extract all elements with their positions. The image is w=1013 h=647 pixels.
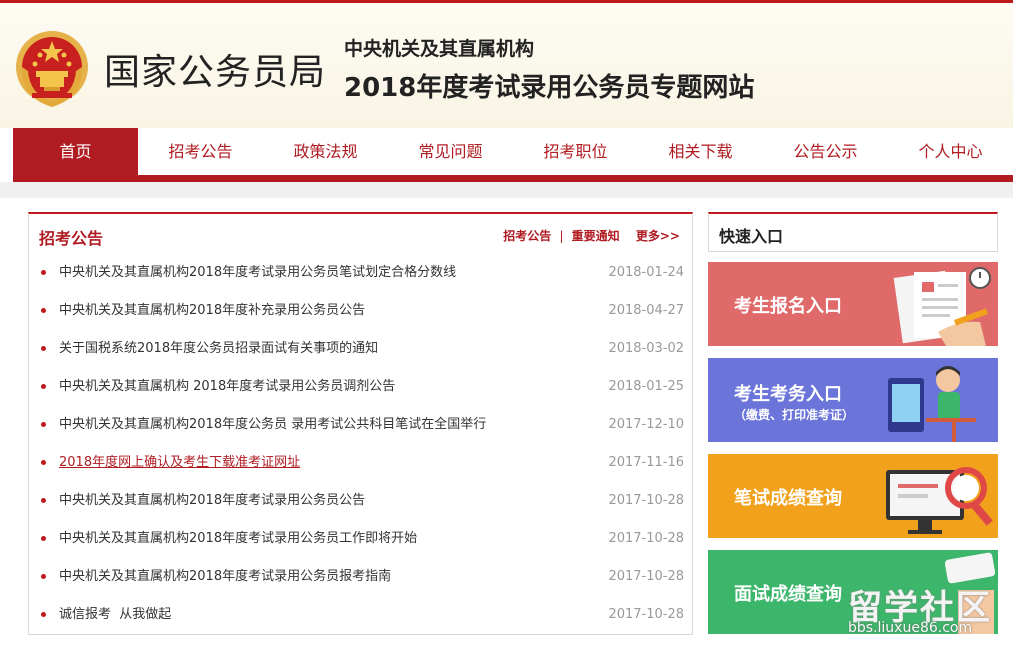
bullet-icon [41,612,46,617]
announcement-date: 2017-11-16 [608,455,684,470]
announcement-link[interactable]: 中央机关及其直属机构2018年度考试录用公务员工作即将开始 [59,520,417,558]
list-item[interactable]: 中央机关及其直属机构2018年度公务员 录用考试公共科目笔试在全国举行 2017-… [29,406,694,444]
list-item[interactable]: 中央机关及其直属机构2018年度考试录用公务员公告 2017-10-28 [29,482,694,520]
list-item[interactable]: 中央机关及其直属机构2018年度考试录用公务员报考指南 2017-10-28 [29,558,694,596]
announcement-date: 2017-10-28 [608,607,684,622]
quick-entry-header: 快速入口 [708,212,998,252]
announcement-link[interactable]: 中央机关及其直属机构 2018年度考试录用公务员调剂公告 [59,368,395,406]
announcement-link[interactable]: 2018年度网上确认及考生下载准考证网址 [59,444,300,482]
nav-item-notices[interactable]: 公告公示 [763,128,888,175]
announcement-link[interactable]: 关于国税系统2018年度公务员招录面试有关事项的通知 [59,330,378,368]
bullet-icon [41,346,46,351]
tile-label: 考生考务入口 [734,384,842,405]
announcement-list: 中央机关及其直属机构2018年度考试录用公务员笔试划定合格分数线 2018-01-… [29,254,694,634]
bullet-icon [41,308,46,313]
monitor-magnifier-icon [886,467,993,534]
link-important-notice[interactable]: 重要通知 [572,229,620,243]
announcement-link[interactable]: 中央机关及其直属机构2018年度考试录用公务员报考指南 [59,558,391,596]
link-separator: | [559,229,564,243]
nav-item-announcements[interactable]: 招考公告 [138,128,263,175]
nav-item-home[interactable]: 首页 [13,128,138,175]
bullet-icon [41,498,46,503]
list-item[interactable]: 2018年度网上确认及考生下载准考证网址 2017-11-16 [29,444,694,482]
announcement-date: 2018-04-27 [608,303,684,318]
announcement-date: 2018-01-24 [608,265,684,280]
announcement-date: 2018-03-02 [608,341,684,356]
site-title: 2018年度考试录用公务员专题网站 [344,73,755,103]
bullet-icon [41,384,46,389]
main-nav: 首页 招考公告 政策法规 常见问题 招考职位 相关下载 公告公示 个人中心 [13,128,1013,182]
announcement-date: 2017-10-28 [608,569,684,584]
announcement-link[interactable]: 中央机关及其直属机构2018年度公务员 录用考试公共科目笔试在全国举行 [59,406,486,444]
announcement-date: 2017-12-10 [608,417,684,432]
announcement-date: 2018-01-25 [608,379,684,394]
nav-item-downloads[interactable]: 相关下载 [638,128,763,175]
nav-item-faq[interactable]: 常见问题 [388,128,513,175]
computer-user-icon [888,366,976,442]
exam-affairs-entry-button[interactable]: 考生考务入口 （缴费、打印准考证） [708,358,998,442]
registration-entry-button[interactable]: 考生报名入口 [708,262,998,346]
announcement-link[interactable]: 诚信报考 从我做起 [59,596,171,634]
watermark: 留学社区 bbs.liuxue86.com [848,580,1008,640]
bullet-icon [41,270,46,275]
announcement-link[interactable]: 中央机关及其直属机构2018年度考试录用公务员公告 [59,482,365,520]
tile-sublabel: （缴费、打印准考证） [734,408,855,422]
panel-title: 招考公告 [39,229,104,248]
list-item[interactable]: 诚信报考 从我做起 2017-10-28 [29,596,694,634]
announcement-date: 2017-10-28 [608,493,684,508]
bullet-icon [41,574,46,579]
announcement-link[interactable]: 中央机关及其直属机构2018年度补充录用公务员公告 [59,292,365,330]
link-announcements[interactable]: 招考公告 [503,229,551,243]
nav-item-personal-center[interactable]: 个人中心 [888,128,1013,175]
announcements-panel: 招考公告 招考公告 | 重要通知 更多>> 中央机关及其直属机构2018年度考试… [28,212,693,635]
list-item[interactable]: 中央机关及其直属机构2018年度考试录用公务员笔试划定合格分数线 2018-01-… [29,254,694,292]
tile-label: 笔试成绩查询 [734,488,842,509]
bureau-name: 国家公务员局 [104,52,327,93]
announcement-link[interactable]: 中央机关及其直属机构2018年度考试录用公务员笔试划定合格分数线 [59,254,456,292]
quick-entry-title: 快速入口 [719,227,784,246]
nav-item-positions[interactable]: 招考职位 [513,128,638,175]
bullet-icon [41,460,46,465]
bullet-icon [41,536,46,541]
more-link[interactable]: 更多>> [636,229,680,243]
site-header: 国家公务员局 中央机关及其直属机构 2018年度考试录用公务员专题网站 [0,0,1013,128]
announcement-date: 2017-10-28 [608,531,684,546]
national-emblem-icon[interactable] [12,27,92,111]
panel-links: 招考公告 | 重要通知 更多>> [503,227,680,244]
tile-label: 面试成绩查询 [734,584,842,605]
bullet-icon [41,422,46,427]
list-item[interactable]: 中央机关及其直属机构2018年度考试录用公务员工作即将开始 2017-10-28 [29,520,694,558]
application-form-icon [893,267,991,346]
nav-divider [0,182,1013,198]
written-score-query-button[interactable]: 笔试成绩查询 [708,454,998,538]
site-subtitle: 中央机关及其直属机构 [344,38,535,60]
list-item[interactable]: 中央机关及其直属机构 2018年度考试录用公务员调剂公告 2018-01-25 [29,368,694,406]
watermark-url: bbs.liuxue86.com [848,620,973,636]
nav-item-policies[interactable]: 政策法规 [263,128,388,175]
list-item[interactable]: 中央机关及其直属机构2018年度补充录用公务员公告 2018-04-27 [29,292,694,330]
tile-label: 考生报名入口 [734,296,842,317]
list-item[interactable]: 关于国税系统2018年度公务员招录面试有关事项的通知 2018-03-02 [29,330,694,368]
